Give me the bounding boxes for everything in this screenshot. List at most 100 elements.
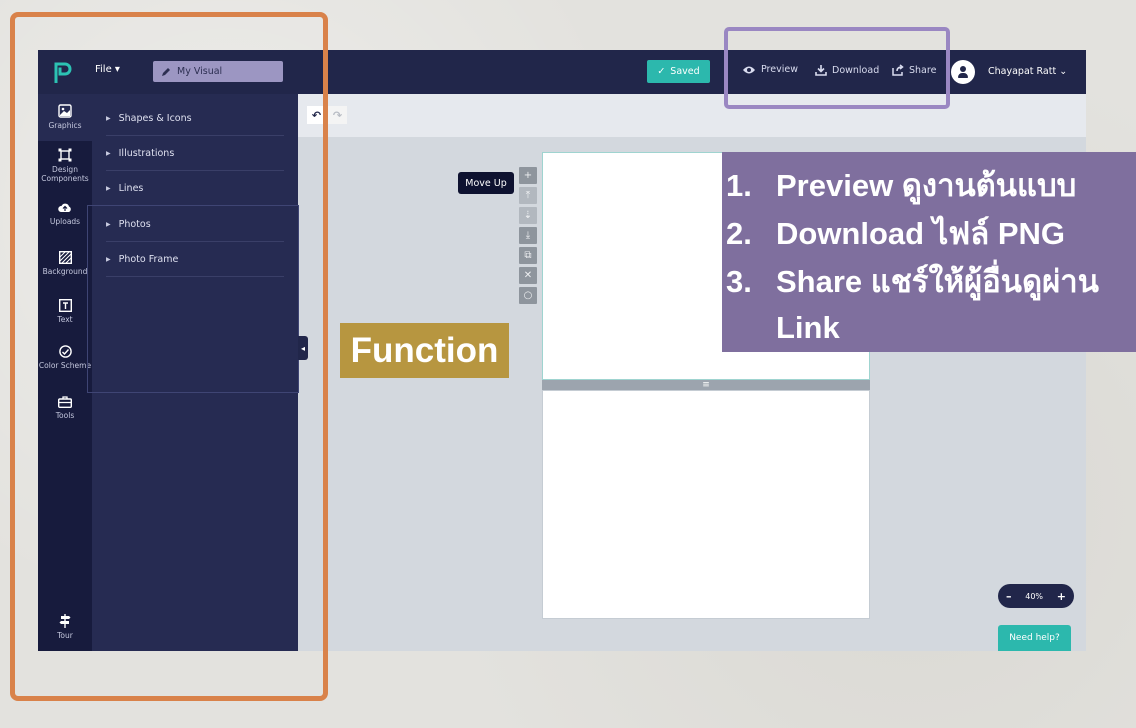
duplicate-page-button[interactable]: ⧉ [519,247,537,264]
sidebar-item-uploads[interactable]: Uploads [38,202,92,226]
info-line-text: Share แชร์ให้ผู้อื่นดูผ่าน [776,264,1099,299]
signpost-icon [59,614,71,628]
panel-item-label: Photos [118,218,151,230]
pencil-icon [162,67,170,76]
redo-button[interactable]: ↷ [328,106,347,124]
collapse-panel-button[interactable]: ◂ [298,336,308,360]
cloud-upload-icon [58,203,71,212]
panel-item-photos[interactable]: ▶ Photos [106,207,284,242]
sidebar-item-text[interactable]: Text [38,299,92,324]
components-icon [58,148,72,162]
undo-icon: ↶ [311,108,322,122]
download-button[interactable]: Download [815,64,879,76]
preview-label: Preview [761,64,798,75]
sidebar-item-graphics[interactable]: Graphics [38,94,92,141]
function-annotation-label: Function [340,323,509,378]
image-icon [58,104,72,118]
move-up-button[interactable]: ⤒ [519,187,537,204]
info-line-text: Preview ดูงานต้นแบบ [776,168,1077,203]
tour-button[interactable]: Tour [38,614,92,640]
sidebar-item-label: Uploads [49,217,81,226]
check-icon: ✓ [657,66,666,77]
zoom-in-button[interactable]: + [1057,590,1066,603]
info-line-number: 2. [726,216,752,251]
sidebar-item-color-scheme[interactable]: Color Scheme [38,345,92,370]
panel-item-illustrations[interactable]: ▶ Illustrations [106,136,284,171]
info-line-number: 3. [726,264,752,299]
sidebar-item-tools[interactable]: Tools [38,396,92,420]
panel-item-label: Illustrations [118,147,175,159]
delete-page-button[interactable]: ✕ [519,267,537,284]
download-icon [815,65,827,76]
sidebar-item-label: Design Components [41,165,89,183]
saved-label: Saved [670,66,700,77]
move-down-icon: ⇣ [523,210,533,221]
info-line-text: Download ไฟล์ PNG [776,216,1066,251]
drag-handle-icon: ≡ [702,380,710,390]
background-icon [58,251,72,264]
function-description-box: 1. Preview ดูงานต้นแบบ 2. Download ไฟล์ … [722,152,1136,352]
chevron-left-icon: ◂ [300,343,305,353]
sidebar-item-design-components[interactable]: Design Components [38,148,92,183]
eye-icon [743,66,755,73]
icon-sidebar: Graphics Design Components Uploads Backg… [38,94,92,651]
need-help-button[interactable]: Need help? [998,625,1071,651]
info-line-continuation: Link [776,310,840,345]
zoom-out-button[interactable]: – [1006,590,1012,603]
sidebar-item-background[interactable]: Background [38,251,92,276]
share-button[interactable]: Share [892,64,936,76]
logo-icon[interactable] [52,61,72,83]
info-line-share: 3. Share แชร์ให้ผู้อื่นดูผ่าน [726,258,1136,306]
user-name: Chayapat Ratt [988,66,1057,77]
saved-button[interactable]: ✓ Saved [647,60,710,83]
sidebar-item-label: Text [57,315,73,324]
document-title-value: My Visual [177,66,223,77]
palette-icon [58,345,72,358]
move-up-tooltip: Move Up [458,172,514,194]
top-bar: File ▾ My Visual ✓ Saved Preview Downloa… [38,50,1086,94]
undo-button[interactable]: ↶ [307,106,326,124]
add-page-button[interactable]: + [519,167,537,184]
plus-icon: + [523,170,533,181]
caret-right-icon: ▶ [106,114,111,122]
download-label: Download [832,64,880,76]
page-resize-handle[interactable]: ≡ [542,380,870,390]
info-line-preview: 1. Preview ดูงานต้นแบบ [726,162,1136,210]
panel-item-lines[interactable]: ▶ Lines [106,171,284,206]
page-tools: + ⤒ ⇣ ⤓ ⧉ ✕ ○ [519,167,537,304]
duplicate-icon: ⧉ [524,250,532,261]
gear-icon: ○ [523,290,533,301]
panel-item-label: Lines [118,182,144,194]
canvas-page-2[interactable] [542,390,870,619]
move-bottom-icon: ⤓ [525,230,531,241]
share-icon [892,64,904,76]
panel-item-photo-frame[interactable]: ▶ Photo Frame [106,242,284,277]
sidebar-item-label: Color Scheme [38,361,92,370]
sidebar-item-label: Graphics [48,121,82,130]
move-bottom-button[interactable]: ⤓ [519,227,537,244]
caret-right-icon: ▶ [106,220,111,228]
graphics-panel: ▶ Shapes & Icons ▶ Illustrations ▶ Lines… [92,94,298,651]
chevron-down-icon: ⌄ [1059,66,1068,77]
caret-right-icon: ▶ [106,149,111,157]
preview-button[interactable]: Preview [742,64,798,75]
sidebar-item-label: Tools [55,411,75,420]
editor-toolbar: ↶ ↷ [298,94,1086,137]
toolbox-icon [58,396,72,408]
sidebar-item-label: Background [42,267,88,276]
move-up-icon: ⤒ [525,190,531,201]
page-settings-button[interactable]: ○ [519,287,537,304]
panel-item-label: Photo Frame [118,253,179,265]
info-line-number: 1. [726,168,752,203]
user-menu[interactable]: Chayapat Ratt ⌄ [988,66,1067,77]
move-down-button[interactable]: ⇣ [519,207,537,224]
info-line-download: 2. Download ไฟล์ PNG [726,210,1136,258]
file-menu[interactable]: File ▾ [95,64,120,75]
document-title-input[interactable]: My Visual [153,61,283,82]
caret-right-icon: ▶ [106,255,111,263]
panel-item-label: Shapes & Icons [118,112,192,124]
text-icon [58,299,72,312]
avatar[interactable] [951,60,975,84]
panel-item-shapes-icons[interactable]: ▶ Shapes & Icons [106,101,284,136]
zoom-level: 40% [1025,591,1044,601]
